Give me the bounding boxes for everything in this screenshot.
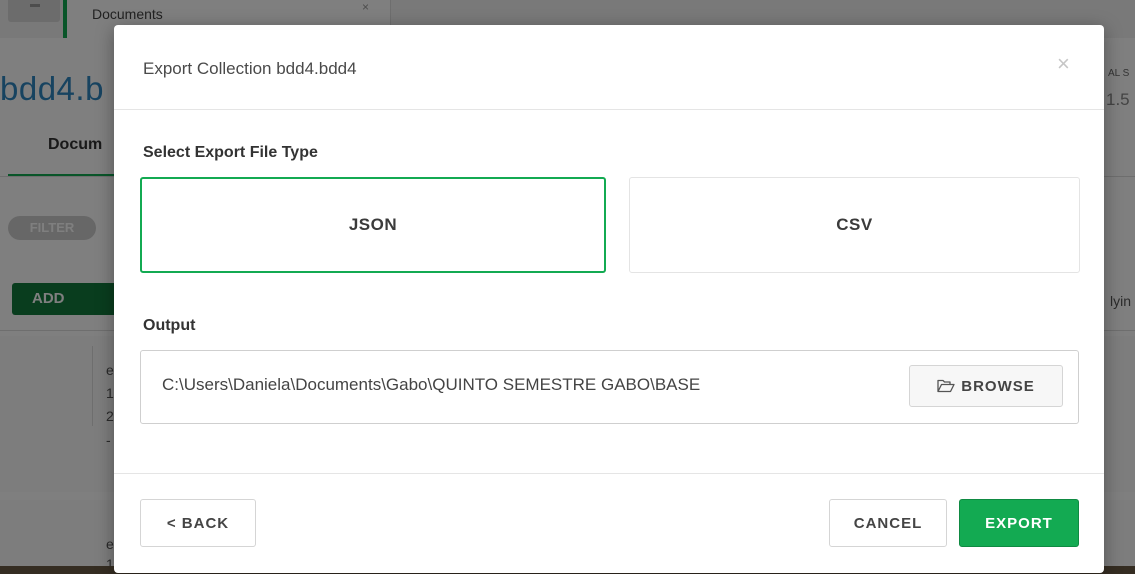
browse-button[interactable]: BROWSE	[909, 365, 1063, 407]
browse-label: BROWSE	[961, 377, 1035, 395]
dialog-footer-divider	[114, 473, 1104, 474]
file-type-json-option[interactable]: JSON	[140, 177, 606, 273]
file-type-label: Select Export File Type	[143, 144, 318, 161]
export-button[interactable]: EXPORT	[959, 499, 1079, 547]
file-type-json-label: JSON	[348, 215, 398, 234]
output-path-input[interactable]: C:\Users\Daniela\Documents\Gabo\QUINTO S…	[162, 375, 878, 395]
export-label: EXPORT	[985, 514, 1053, 532]
close-icon[interactable]: ×	[1057, 53, 1070, 75]
output-path-field[interactable]: C:\Users\Daniela\Documents\Gabo\QUINTO S…	[140, 350, 1079, 424]
back-button[interactable]: < BACK	[140, 499, 256, 547]
folder-open-icon	[937, 379, 955, 393]
file-type-csv-option[interactable]: CSV	[629, 177, 1080, 273]
dialog-title: Export Collection bdd4.bdd4	[143, 59, 357, 78]
cancel-button[interactable]: CANCEL	[829, 499, 947, 547]
dialog-header: Export Collection bdd4.bdd4 ×	[114, 25, 1104, 110]
export-collection-dialog: Export Collection bdd4.bdd4 × Select Exp…	[114, 25, 1104, 573]
back-label: < BACK	[166, 514, 230, 532]
cancel-label: CANCEL	[853, 514, 923, 532]
file-type-csv-label: CSV	[836, 215, 873, 234]
output-label: Output	[143, 317, 196, 334]
